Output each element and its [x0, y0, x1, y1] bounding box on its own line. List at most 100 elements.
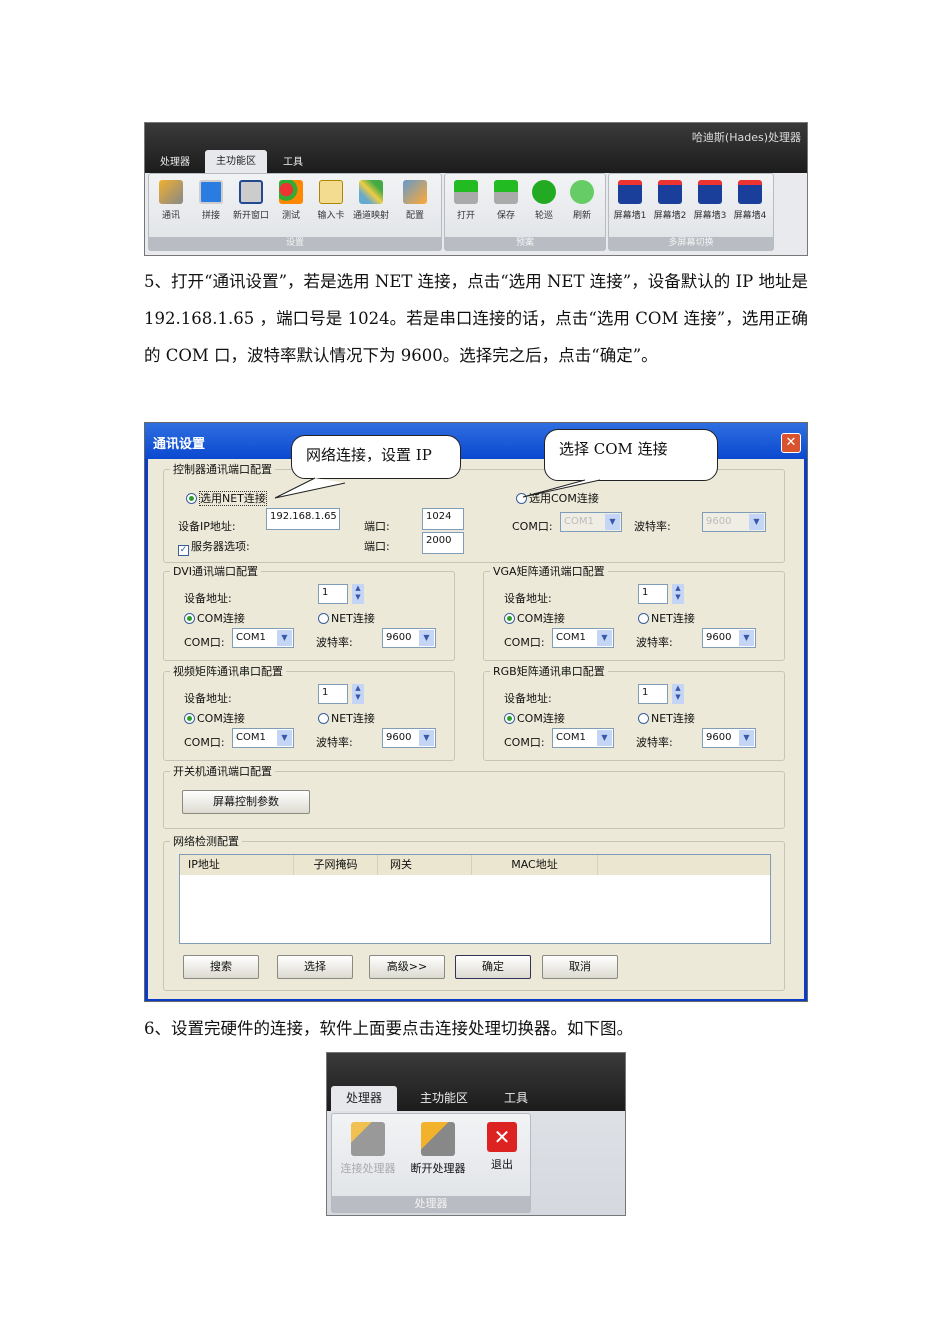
tool-open[interactable]: 打开 [447, 180, 485, 221]
net-connection-radio[interactable]: NET连接 [318, 710, 375, 726]
screen-wall-icon [698, 180, 722, 204]
screen-wall-icon [618, 180, 642, 204]
ribbon-screenshot-processor: 处理器 主功能区 工具 连接处理器 断开处理器 ✕ 退出 处理器 [326, 1052, 626, 1216]
com-connection-radio[interactable]: COM连接 [504, 710, 565, 726]
tab-main-functions[interactable]: 主功能区 [409, 1088, 479, 1108]
com-label: COM口: [504, 736, 545, 749]
baud-label: 波特率: [316, 736, 353, 749]
screen-wall-icon [658, 180, 682, 204]
tab-processor[interactable]: 处理器 [331, 1086, 397, 1111]
advanced-button[interactable]: 高级>> [369, 955, 445, 979]
radio-label: COM连接 [197, 612, 245, 625]
com-connection-radio[interactable]: COM连接 [504, 610, 565, 626]
group-caption: 处理器 [332, 1196, 530, 1212]
baud-select[interactable]: 9600 ▼ [702, 728, 756, 748]
tab-tools[interactable]: 工具 [493, 1088, 539, 1108]
chevron-down-icon: ▼ [419, 630, 434, 646]
spinner-arrows-icon[interactable]: ▲ ▼ [352, 584, 364, 604]
cubes-icon [279, 180, 303, 204]
tool-new-window[interactable]: 新开窗口 [232, 180, 270, 221]
net-connection-radio[interactable]: NET连接 [638, 610, 695, 626]
tab-processor[interactable]: 处理器 [153, 153, 197, 173]
spinner-arrows-icon[interactable]: ▲ ▼ [672, 584, 684, 604]
com-select[interactable]: COM1 ▼ [552, 728, 614, 748]
tool-label: 轮巡 [534, 211, 553, 221]
baud-select[interactable]: 9600 ▼ [382, 728, 436, 748]
tool-wall-1[interactable]: 屏幕墙1 [611, 180, 649, 221]
com-select[interactable]: COM1 ▼ [232, 628, 294, 648]
device-address-input[interactable]: 1 [638, 584, 668, 604]
group-caption: 多屏幕切换 [609, 237, 773, 250]
search-button[interactable]: 搜索 [183, 955, 259, 979]
chevron-down-icon: ▼ [277, 730, 292, 746]
network-detect-group: 网络检测配置 IP地址 子网掩码 网关 MAC地址 搜索 选择 高级>> 确定 … [163, 833, 785, 991]
tool-label: 通讯 [161, 211, 180, 221]
screen-control-params-button[interactable]: 屏幕控制参数 [182, 790, 310, 814]
tool-exit[interactable]: ✕ 退出 [480, 1122, 524, 1172]
radio-label: COM连接 [517, 612, 565, 625]
com-connection-radio[interactable]: COM连接 [184, 610, 245, 626]
device-address-label: 设备地址: [184, 592, 232, 605]
column-subnet[interactable]: 子网掩码 [294, 855, 378, 875]
net-connection-radio[interactable]: NET连接 [638, 710, 695, 726]
radio-label: NET连接 [651, 712, 695, 725]
group-legend: DVI通讯端口配置 [170, 563, 262, 579]
group-presets: 打开 保存 轮巡 刷新 预案 [444, 173, 606, 251]
group-legend: VGA矩阵通讯端口配置 [490, 563, 608, 579]
tool-config[interactable]: 配置 [396, 180, 434, 221]
column-gateway[interactable]: 网关 [378, 855, 472, 875]
group-legend: 网络检测配置 [170, 833, 242, 849]
device-address-input[interactable]: 1 [318, 684, 348, 704]
group-legend: 视频矩阵通讯串口配置 [170, 663, 286, 679]
tool-disconnect-processor[interactable]: 断开处理器 [404, 1122, 472, 1176]
tool-tour[interactable]: 轮巡 [525, 180, 563, 221]
open-icon [454, 180, 478, 204]
ok-button[interactable]: 确定 [455, 955, 531, 979]
tool-wall-4[interactable]: 屏幕墙4 [731, 180, 769, 221]
com-select[interactable]: COM1 ▼ [552, 628, 614, 648]
chevron-down-icon: ▼ [597, 630, 612, 646]
ribbon-screenshot-main: 哈迪斯(Hades)处理器 处理器 主功能区 工具 通讯 拼接 新开窗口 测试 … [144, 122, 808, 256]
baud-select[interactable]: 9600 ▼ [702, 628, 756, 648]
radio-label: COM连接 [197, 712, 245, 725]
select-value: COM1 [556, 732, 586, 743]
baud-select[interactable]: 9600 ▼ [382, 628, 436, 648]
device-address-input[interactable]: 1 [318, 584, 348, 604]
select-value: COM1 [236, 732, 266, 743]
baud-label: 波特率: [636, 736, 673, 749]
select-button[interactable]: 选择 [277, 955, 353, 979]
radio-label: NET连接 [331, 612, 375, 625]
com-select[interactable]: COM1 ▼ [232, 728, 294, 748]
tool-refresh[interactable]: 刷新 [563, 180, 601, 221]
tool-comm[interactable]: 通讯 [152, 180, 190, 221]
monitor-icon [199, 180, 223, 204]
column-mac[interactable]: MAC地址 [472, 855, 598, 875]
spinner-arrows-icon[interactable]: ▲ ▼ [672, 684, 684, 704]
column-filler [598, 855, 770, 875]
network-table[interactable]: IP地址 子网掩码 网关 MAC地址 [179, 854, 771, 944]
device-address-input[interactable]: 1 [638, 684, 668, 704]
tool-connect-processor[interactable]: 连接处理器 [336, 1122, 400, 1176]
cancel-button[interactable]: 取消 [542, 955, 618, 979]
column-ip[interactable]: IP地址 [180, 855, 294, 875]
rgb-port-group: RGB矩阵通讯串口配置 设备地址: 1 ▲ ▼ COM连接 NET连接 COM口:… [483, 663, 785, 761]
tool-wall-2[interactable]: 屏幕墙2 [651, 180, 689, 221]
tool-save[interactable]: 保存 [487, 180, 525, 221]
screen-wall-icon [738, 180, 762, 204]
tab-main-functions[interactable]: 主功能区 [205, 150, 267, 173]
tool-label: 输入卡 [317, 211, 345, 221]
tool-input-card[interactable]: 输入卡 [312, 180, 350, 221]
tool-wall-3[interactable]: 屏幕墙3 [691, 180, 729, 221]
tool-channel-map[interactable]: 通道映射 [352, 180, 390, 221]
tool-label: 退出 [491, 1158, 513, 1171]
tool-test[interactable]: 测试 [272, 180, 310, 221]
tab-tools[interactable]: 工具 [273, 153, 313, 173]
chevron-down-icon: ▼ [597, 730, 612, 746]
com-connection-radio[interactable]: COM连接 [184, 710, 245, 726]
spinner-arrows-icon[interactable]: ▲ ▼ [352, 684, 364, 704]
map-icon [359, 180, 383, 204]
group-legend: 开关机通讯端口配置 [170, 763, 275, 779]
tool-splice[interactable]: 拼接 [192, 180, 230, 221]
net-connection-radio[interactable]: NET连接 [318, 610, 375, 626]
paragraph-step-5: 5、打开“通讯设置”，若是选用 NET 连接，点击“选用 NET 连接”，设备默… [144, 272, 808, 365]
